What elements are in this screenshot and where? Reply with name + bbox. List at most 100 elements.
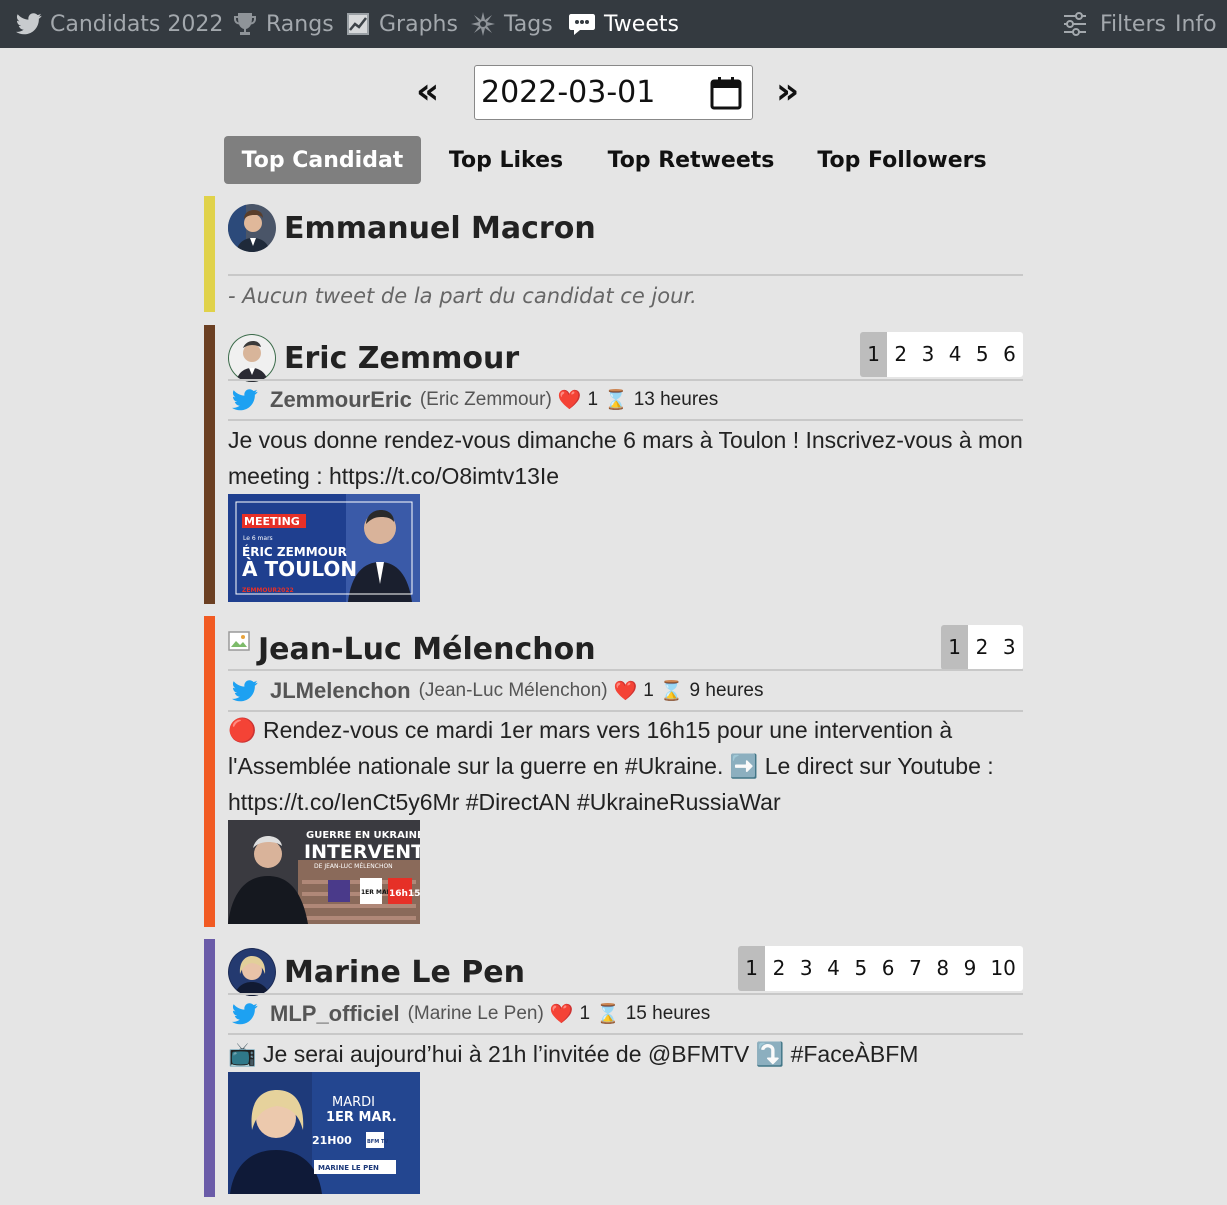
divider	[228, 993, 1023, 995]
divider	[228, 419, 1023, 421]
tweet-pager: 1 2 3 4 5 6	[860, 332, 1023, 377]
candidate-block: Jean-Luc Mélenchon 1 2 3 JLMelenchon (Je…	[204, 616, 1024, 927]
page-button[interactable]: 8	[929, 946, 957, 991]
page-button[interactable]: 5	[968, 332, 996, 377]
tweet-time: 13 heures	[633, 389, 719, 410]
page-button[interactable]: 2	[765, 946, 793, 991]
nav-rangs-label: Rangs	[266, 11, 334, 37]
tweet-image[interactable]: MEETING Le 6 mars ÉRIC ZEMMOUR À TOULON …	[228, 494, 420, 602]
avatar	[228, 204, 276, 252]
top-navbar: Candidats 2022 Rangs Graphs Tags Tweets …	[0, 0, 1227, 48]
page-button[interactable]: 4	[941, 332, 969, 377]
image-caption: À TOULON	[242, 557, 357, 581]
candidate-block: Emmanuel Macron - Aucun tweet de la part…	[204, 196, 1024, 312]
calendar-icon[interactable]	[710, 76, 742, 110]
tweet-fullname: (Jean-Luc Mélenchon)	[418, 680, 608, 701]
page-button[interactable]: 1	[738, 946, 766, 991]
divider	[228, 669, 1023, 671]
next-day-button[interactable]: »	[776, 74, 799, 110]
twitter-bird-icon	[232, 680, 258, 702]
candidate-color-bar	[204, 196, 215, 312]
tweet-text: 📺 Je serai aujourd’hui à 21h l’invitée d…	[228, 1041, 919, 1067]
image-caption: INTERVENTION	[304, 841, 420, 863]
hourglass-icon: ⌛	[659, 681, 684, 702]
tweet-handle[interactable]: ZemmourEric	[270, 387, 412, 413]
tab-top-candidat[interactable]: Top Candidat	[224, 136, 421, 184]
hourglass-icon: ⌛	[596, 1004, 620, 1025]
nav-tags-label: Tags	[504, 11, 553, 37]
nav-brand-label: Candidats 2022	[50, 11, 224, 37]
tweet-handle[interactable]: JLMelenchon	[270, 678, 411, 704]
page-button[interactable]: 3	[995, 625, 1023, 670]
page-button[interactable]: 2	[887, 332, 915, 377]
candidate-block: Marine Le Pen 1 2 3 4 5 6 7 8 9 10 MLP_o…	[204, 939, 1024, 1197]
speech-bubble-icon	[569, 14, 595, 35]
candidate-header: Jean-Luc Mélenchon 1 2 3	[228, 623, 1023, 675]
candidate-color-bar	[204, 325, 215, 604]
image-caption: BFM TV	[367, 1139, 388, 1145]
tweet-pager: 1 2 3	[941, 625, 1023, 670]
tweet-handle[interactable]: MLP_officiel	[270, 1001, 400, 1027]
candidate-name[interactable]: Jean-Luc Mélenchon	[258, 632, 596, 667]
tab-top-retweets[interactable]: Top Retweets	[606, 136, 776, 184]
candidate-color-bar	[204, 616, 215, 927]
tab-top-likes[interactable]: Top Likes	[444, 136, 568, 184]
tweet-time: 15 heures	[625, 1003, 711, 1024]
twitter-bird-icon	[232, 1003, 258, 1025]
nav-tweets[interactable]: Tweets	[568, 0, 679, 48]
tweet-meta: MLP_officiel (Marine Le Pen) ❤️ 1 ⌛ 15 h…	[228, 997, 710, 1031]
page-button[interactable]: 1	[941, 625, 969, 670]
page-button[interactable]: 3	[792, 946, 820, 991]
image-caption: MARDI	[332, 1095, 375, 1110]
likes-count: 1	[579, 1003, 591, 1024]
page-button[interactable]: 3	[914, 332, 942, 377]
image-caption: 16h15	[389, 889, 420, 899]
avatar	[228, 948, 276, 996]
trophy-icon	[234, 13, 256, 35]
page-button[interactable]: 5	[847, 946, 875, 991]
page-button[interactable]: 10	[983, 946, 1023, 991]
tweet-meta: ZemmourEric (Eric Zemmour) ❤️ 1 ⌛ 13 heu…	[228, 383, 718, 417]
chart-icon	[347, 13, 369, 35]
image-caption: ZEMMOUR2022	[242, 587, 294, 594]
tweet-image[interactable]: GUERRE EN UKRAINE : INTERVENTION DE JEAN…	[228, 820, 420, 924]
nav-graphs-label: Graphs	[379, 11, 458, 37]
candidate-name[interactable]: Emmanuel Macron	[284, 211, 596, 246]
page-button[interactable]: 7	[901, 946, 930, 991]
page-button[interactable]: 2	[968, 625, 996, 670]
date-input[interactable]: 2022-03-01	[474, 65, 753, 120]
twitter-bird-icon	[16, 13, 42, 35]
tweet-text: Je vous donne rendez-vous dimanche 6 mar…	[228, 427, 1023, 489]
candidate-name[interactable]: Marine Le Pen	[284, 955, 525, 990]
nav-tweets-label: Tweets	[604, 11, 679, 37]
nav-filters-label: Filters	[1100, 11, 1166, 37]
no-tweet-message: - Aucun tweet de la part du candidat ce …	[228, 284, 697, 308]
tweet-fullname: (Eric Zemmour)	[419, 389, 552, 410]
nav-graphs[interactable]: Graphs	[345, 0, 458, 48]
nav-rangs[interactable]: Rangs	[232, 0, 334, 48]
likes-count: 1	[643, 680, 654, 701]
page-button[interactable]: 9	[956, 946, 984, 991]
tab-top-followers[interactable]: Top Followers	[814, 136, 990, 184]
page-button[interactable]: 6	[874, 946, 902, 991]
page-button[interactable]: 1	[860, 332, 888, 377]
image-caption: DE JEAN-LUC MÉLENCHON	[314, 862, 393, 870]
avatar	[228, 334, 276, 382]
hourglass-icon: ⌛	[604, 390, 628, 411]
nav-brand[interactable]: Candidats 2022	[16, 0, 223, 48]
twitter-bird-icon	[232, 389, 258, 411]
page-button[interactable]: 6	[995, 332, 1023, 377]
prev-day-button[interactable]: «	[416, 74, 439, 110]
image-caption: Le 6 mars	[243, 535, 273, 542]
nav-tags[interactable]: Tags	[470, 0, 553, 48]
heart-icon: ❤️	[613, 681, 638, 702]
nav-info[interactable]: Info	[1175, 0, 1217, 48]
candidate-name[interactable]: Eric Zemmour	[284, 341, 519, 376]
nav-filters[interactable]: Filters	[1062, 0, 1166, 48]
tweet-image[interactable]: MARDI 1ER MAR. 21H00 BFM TV MARINE LE PE…	[228, 1072, 420, 1194]
heart-icon: ❤️	[549, 1004, 574, 1025]
image-caption: MARINE LE PEN	[318, 1164, 379, 1172]
date-value: 2022-03-01	[481, 75, 656, 110]
page-button[interactable]: 4	[819, 946, 848, 991]
likes-count: 1	[587, 389, 599, 410]
